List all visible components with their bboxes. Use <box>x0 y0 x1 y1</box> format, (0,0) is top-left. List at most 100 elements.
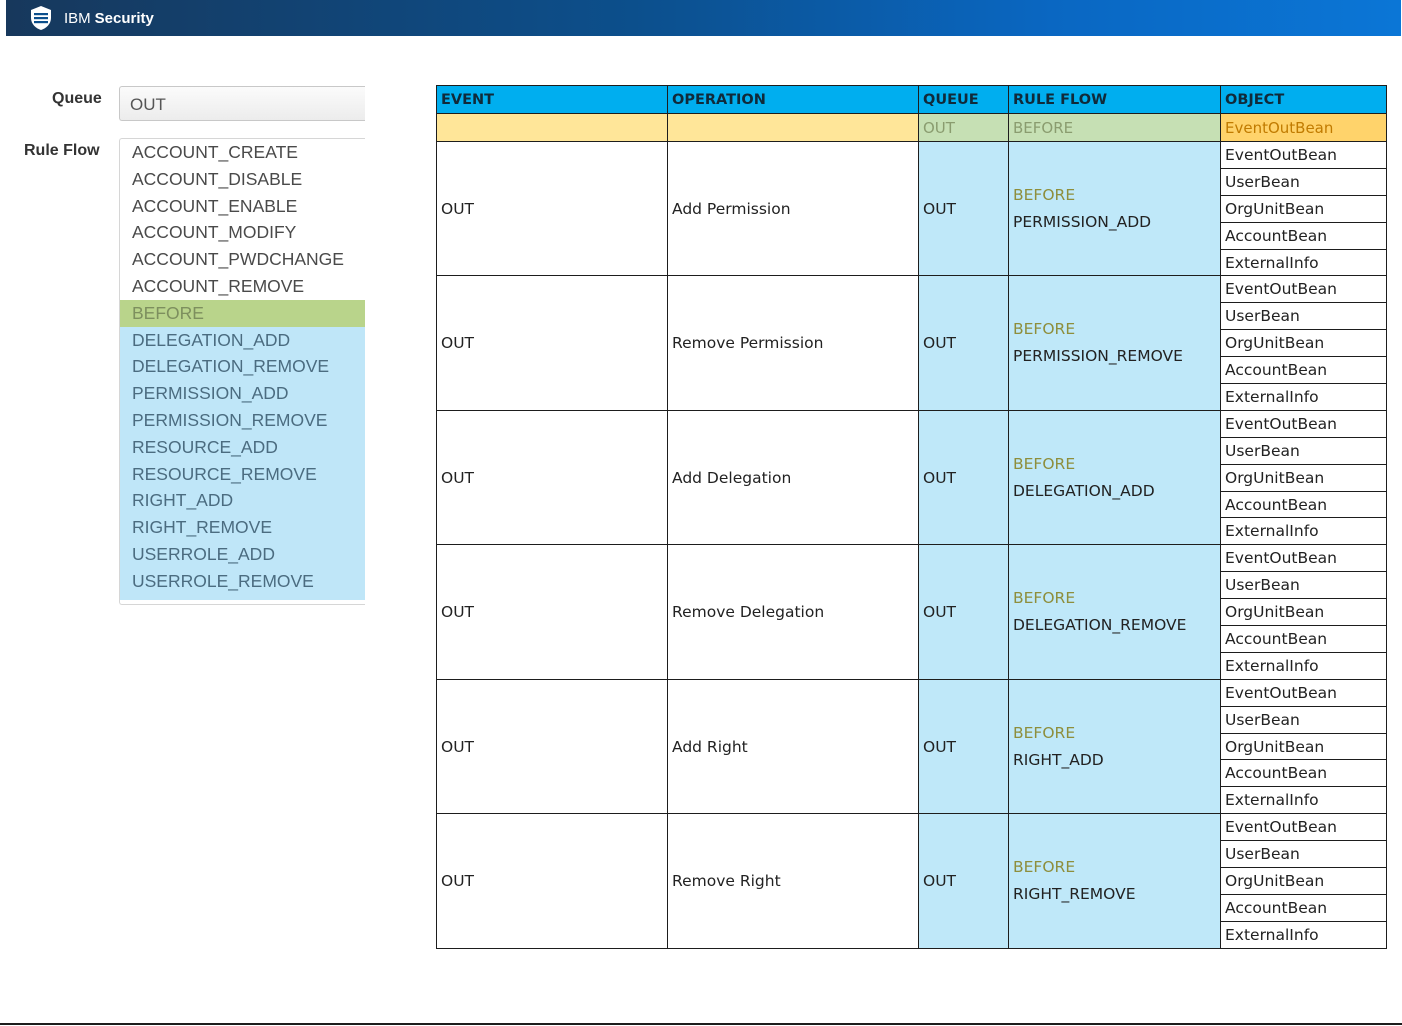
rule-flow-option[interactable]: ACCOUNT_ENABLE <box>120 193 365 220</box>
table-header-row: EVENT OPERATION QUEUE RULE FLOW OBJECT <box>436 85 1387 114</box>
object-cell: ExternalInfo <box>1220 383 1387 411</box>
object-cell: AccountBean <box>1220 490 1387 519</box>
table-row: OUT Add Permission OUT BEFORE PERMISSION_ADD… <box>436 140 1387 277</box>
object-cell: EventOutBean <box>1220 678 1387 707</box>
object-cell: EventOutBean <box>1220 409 1387 438</box>
header-operation: OPERATION <box>667 85 919 114</box>
rule-flow-label: Rule Flow <box>24 142 100 159</box>
summary-rule-flow-cell: BEFORE <box>1008 113 1221 142</box>
queue-cell: OUT <box>918 275 1009 411</box>
object-cell: OrgUnitBean <box>1220 867 1387 895</box>
rule-flow-option[interactable]: USERROLE_ADD <box>120 540 365 568</box>
brand-name[interactable]: IBM Security <box>64 10 154 27</box>
object-cell: UserBean <box>1220 571 1387 600</box>
queue-field[interactable]: OUT <box>119 86 365 121</box>
rule-flow-prefix: BEFORE <box>1013 454 1076 473</box>
event-cell: OUT <box>436 409 668 546</box>
header-object: OBJECT <box>1220 85 1387 114</box>
object-cell: EventOutBean <box>1220 544 1387 573</box>
rule-flow-cell: BEFORE DELEGATION_ADD <box>1008 409 1221 546</box>
object-cell: AccountBean <box>1220 221 1387 250</box>
operation-cell: Add Right <box>667 678 919 815</box>
rule-flow-option[interactable]: RESOURCE_ADD <box>120 433 365 461</box>
rule-flow-option[interactable]: DELEGATION_REMOVE <box>120 353 365 381</box>
rule-flow-option[interactable]: BEFORE <box>120 299 365 327</box>
rule-flow-prefix: BEFORE <box>1013 723 1076 742</box>
table-row: OUT Remove Right OUT BEFORE RIGHT_REMOVE Even… <box>436 813 1387 949</box>
object-cell: UserBean <box>1220 705 1387 734</box>
brand-main: IBM <box>64 9 91 27</box>
object-cell: OrgUnitBean <box>1220 463 1387 492</box>
rule-flow-name: PERMISSION_ADD <box>1013 212 1152 231</box>
object-cell: OrgUnitBean <box>1220 329 1387 358</box>
header-queue: QUEUE <box>918 85 1009 114</box>
object-cell: UserBean <box>1220 167 1387 196</box>
rule-flow-option[interactable]: DELEGATION_ADD <box>120 326 365 354</box>
operation-cell: Remove Permission <box>667 275 919 411</box>
event-cell: OUT <box>436 544 668 680</box>
rule-flow-name: PERMISSION_REMOVE <box>1013 347 1183 366</box>
top-header-bar: IBM Security <box>6 0 1401 36</box>
object-cell: UserBean <box>1220 436 1387 465</box>
object-cell: UserBean <box>1220 840 1387 869</box>
brand-bold: Security <box>94 9 154 27</box>
object-cell: ExternalInfo <box>1220 920 1387 949</box>
rule-flow-name: DELEGATION_REMOVE <box>1013 616 1187 635</box>
header-event: EVENT <box>436 85 668 114</box>
event-cell: OUT <box>436 140 668 277</box>
object-cell: UserBean <box>1220 302 1387 331</box>
queue-cell: OUT <box>918 409 1009 546</box>
queue-cell: OUT <box>918 813 1009 949</box>
rule-flow-option[interactable]: RIGHT_ADD <box>120 487 365 515</box>
queue-cell: OUT <box>918 678 1009 815</box>
rule-flow-cell: BEFORE DELEGATION_REMOVE <box>1008 544 1221 680</box>
rule-flow-option[interactable]: USERROLE_REMOVE <box>120 567 365 595</box>
object-cell: ExternalInfo <box>1220 248 1387 277</box>
summary-object-cell: EventOutBean <box>1220 113 1387 142</box>
header-rule-flow: RULE FLOW <box>1008 85 1221 114</box>
rule-flow-option[interactable]: ACCOUNT_PWDCHANGE <box>120 246 365 273</box>
object-cell: OrgUnitBean <box>1220 732 1387 761</box>
object-cell: AccountBean <box>1220 759 1387 788</box>
rule-flow-name: DELEGATION_ADD <box>1013 481 1155 500</box>
event-cell: OUT <box>436 813 668 949</box>
queue-cell: OUT <box>918 140 1009 277</box>
table-row: OUT Remove Delegation OUT BEFORE DELEGATION_… <box>436 544 1387 680</box>
object-cell: ExternalInfo <box>1220 517 1387 546</box>
rule-flow-prefix: BEFORE <box>1013 589 1076 608</box>
event-cell: OUT <box>436 275 668 411</box>
summary-operation-cell <box>667 113 919 142</box>
rule-flow-cell: BEFORE RIGHT_REMOVE <box>1008 813 1221 949</box>
rule-flow-option[interactable]: PERMISSION_ADD <box>120 380 365 407</box>
object-cell: AccountBean <box>1220 893 1387 922</box>
queue-cell: OUT <box>918 544 1009 680</box>
rule-flow-option[interactable]: RESOURCE_REMOVE <box>120 460 365 488</box>
rule-flow-prefix: BEFORE <box>1013 320 1076 339</box>
rule-flow-name: RIGHT_ADD <box>1013 750 1104 769</box>
event-cell: OUT <box>436 678 668 815</box>
table-row: OUT Add Right OUT BEFORE RIGHT_ADD EventOutBe… <box>436 678 1387 815</box>
rule-flow-cell: BEFORE PERMISSION_ADD <box>1008 140 1221 277</box>
rule-flow-option[interactable]: ACCOUNT_REMOVE <box>120 273 365 300</box>
rule-flow-name: RIGHT_REMOVE <box>1013 884 1136 903</box>
rule-flow-option[interactable]: ACCOUNT_CREATE <box>120 139 365 166</box>
table-row: OUT Add Delegation OUT BEFORE DELEGATION_ADD… <box>436 409 1387 546</box>
object-cell: EventOutBean <box>1220 141 1387 169</box>
rule-flow-cell: BEFORE RIGHT_ADD <box>1008 678 1221 815</box>
object-cell: ExternalInfo <box>1220 786 1387 815</box>
queue-label: Queue <box>52 90 102 107</box>
rule-flow-table: EVENT OPERATION QUEUE RULE FLOW OBJECT O… <box>436 85 1387 949</box>
rule-flow-prefix: BEFORE <box>1013 857 1076 876</box>
rule-flow-option[interactable]: ACCOUNT_MODIFY <box>120 219 365 246</box>
rule-flow-option[interactable]: RIGHT_REMOVE <box>120 514 365 541</box>
rule-flow-option[interactable]: PERMISSION_REMOVE <box>120 406 365 434</box>
operation-cell: Add Delegation <box>667 409 919 546</box>
rule-flow-list[interactable]: ACCOUNT_CREATE ACCOUNT_DISABLE ACCOUNT_ENA… <box>119 138 365 605</box>
ibm-security-logo-icon <box>31 6 51 30</box>
object-cell: EventOutBean <box>1220 275 1387 304</box>
rule-flow-list-bottom <box>120 594 365 600</box>
summary-queue-cell: OUT <box>918 113 1009 142</box>
operation-cell: Remove Delegation <box>667 544 919 680</box>
object-cell: OrgUnitBean <box>1220 194 1387 223</box>
rule-flow-option[interactable]: ACCOUNT_DISABLE <box>120 166 365 193</box>
